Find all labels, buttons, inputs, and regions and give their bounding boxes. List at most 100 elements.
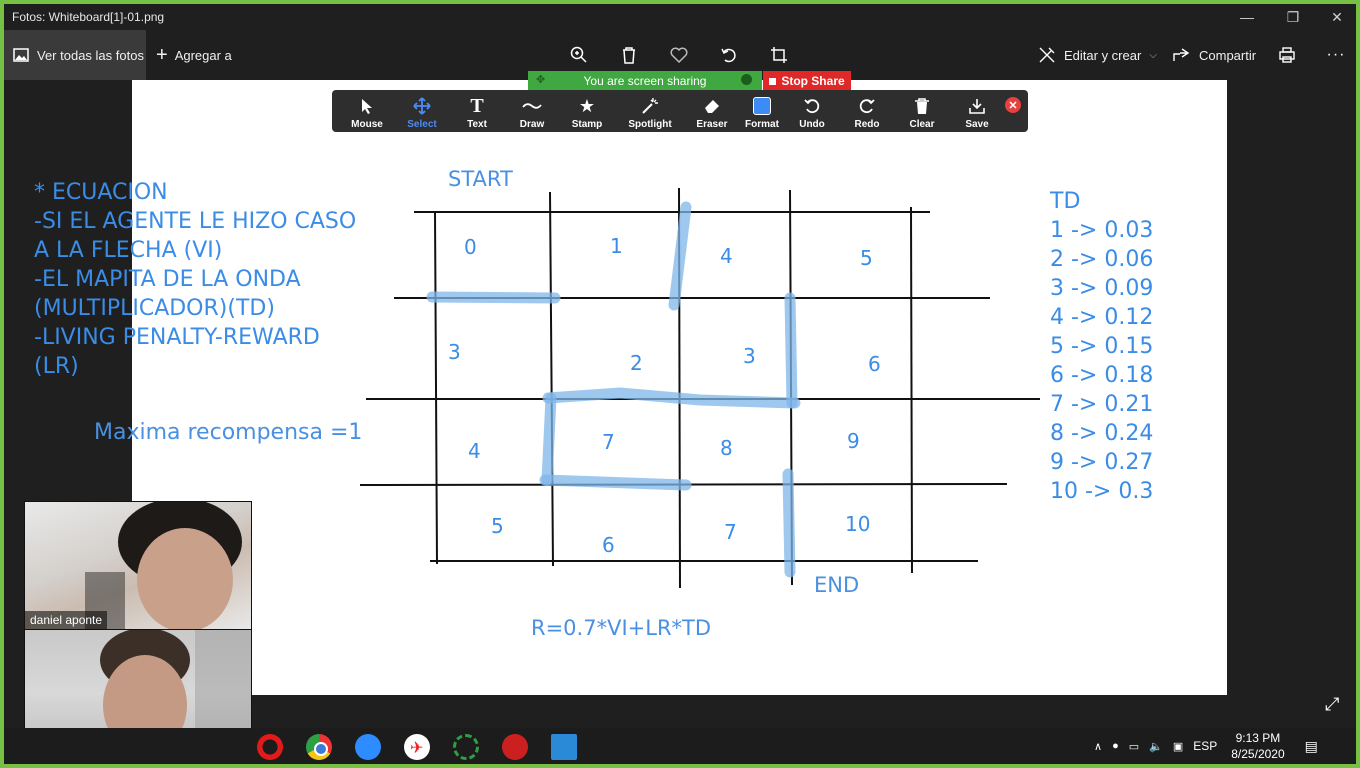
opera-icon[interactable] [257,734,283,760]
grid-cell-number: 5 [491,514,504,538]
td-item: 8 -> 0.24 [1050,421,1154,446]
app-network-icon[interactable] [502,734,528,760]
system-tray: ∧ ● ▭ 🔈 ▣ ESP 9:13 PM 8/25/2020 ▤ [1094,728,1318,764]
td-item: 1 -> 0.03 [1050,218,1154,243]
td-item: 3 -> 0.09 [1050,276,1154,301]
grid-cell-number: 8 [720,436,733,460]
grid-cell-number: 3 [448,340,461,364]
mouse-pointer-icon [360,95,374,117]
taskbar: ✈ ∧ ● ▭ 🔈 ▣ ESP 9:13 PM 8/25/2020 ▤ [4,728,1356,764]
squiggle-icon [522,95,542,117]
tool-stamp[interactable]: ★ Stamp [562,90,612,132]
drag-handle-icon: ✥ [536,74,546,86]
text-icon: T [470,94,484,117]
grid-cell-number: 7 [724,520,737,544]
zoom-app-icon[interactable] [355,734,381,760]
tool-select[interactable]: Select [397,90,447,132]
redo-icon [858,95,876,117]
grid-cell-number: 5 [860,246,873,270]
tool-label: Spotlight [628,119,672,130]
td-item: 4 -> 0.12 [1050,305,1154,330]
start-label: START [448,167,513,191]
grid-cell-number: 2 [630,351,643,375]
wand-icon [641,95,659,117]
tool-mouse[interactable]: Mouse [342,90,392,132]
tool-redo[interactable]: Redo [842,90,892,132]
clock-time: 9:13 PM [1235,731,1281,745]
tool-text[interactable]: T Text [452,90,502,132]
grid-cell-number: 0 [464,235,477,259]
clock-date: 8/25/2020 [1231,747,1285,761]
star-icon: ★ [578,95,596,116]
max-reward-text: Maxima recompensa =1 [94,420,363,445]
expand-icon[interactable]: ⤢ [1325,694,1339,715]
chrome-icon[interactable] [306,734,332,760]
note-line: (MULTIPLICADOR)(TD) [34,296,275,321]
tool-eraser[interactable]: Eraser [687,90,737,132]
tool-spotlight[interactable]: Spotlight [625,90,675,132]
tool-label: Stamp [571,119,603,130]
tool-label: Redo [854,119,880,130]
volume-icon[interactable]: 🔈 [1149,740,1163,753]
td-item: 7 -> 0.21 [1050,392,1154,417]
app-red-icon[interactable]: ✈ [404,734,430,760]
sharing-status-text: You are screen sharing [583,74,707,88]
grid-cell-number: 10 [845,512,871,536]
grid-cell-number: 4 [720,244,733,268]
td-item: 10 -> 0.3 [1050,479,1154,504]
td-item: 2 -> 0.06 [1050,247,1154,272]
tool-clear[interactable]: Clear [897,90,947,132]
note-line: -SI EL AGENTE LE HIZO CASO [34,209,357,234]
equation-notes: * ECUACION -SI EL AGENTE LE HIZO CASO A … [34,178,356,381]
download-icon [968,95,986,117]
grid-cell-number: 7 [602,430,615,454]
tool-label: Eraser [696,119,728,130]
trash-icon [914,95,930,117]
grid-cell-number: 3 [743,344,756,368]
note-line: -EL MAPITA DE LA ONDA [34,267,301,292]
note-line: (LR) [34,354,79,379]
annotation-toolbar: Mouse Select T Text Draw ★ Stamp Spotlig… [332,90,1028,132]
td-item: 5 -> 0.15 [1050,334,1154,359]
network-icon[interactable]: ▣ [1173,740,1183,753]
clock[interactable]: 9:13 PM 8/25/2020 [1231,730,1284,762]
tool-label: Save [965,119,989,130]
participant-video[interactable]: daniel aponte [24,501,252,630]
close-toolbar-button[interactable]: ✕ [1005,97,1021,113]
tool-label: Mouse [351,119,383,130]
language-indicator[interactable]: ESP [1193,739,1217,753]
tool-save[interactable]: Save [952,90,1002,132]
participant-silhouette [85,502,242,629]
grid-cell-number: 9 [847,429,860,453]
td-list: TD 1 -> 0.03 2 -> 0.06 3 -> 0.09 4 -> 0.… [1050,187,1153,506]
microphone-icon[interactable]: ● [1112,740,1119,752]
tool-label: Draw [519,119,545,130]
photos-app-icon[interactable] [551,734,577,760]
battery-icon[interactable]: ▭ [1129,740,1139,753]
tool-label: Undo [799,119,825,130]
note-line: -LIVING PENALTY-REWARD [34,325,320,350]
grid-cell-number: 4 [468,439,481,463]
screen-sharing-banner[interactable]: ✥ You are screen sharing [528,71,762,91]
undo-icon [803,95,821,117]
tool-label: Select [407,119,437,130]
note-line: A LA FLECHA (VI) [34,238,223,263]
grid-cell-number: 6 [602,533,615,557]
chevron-up-icon[interactable]: ∧ [1094,740,1102,753]
tool-undo[interactable]: Undo [787,90,837,132]
eraser-icon [703,95,721,117]
notifications-icon[interactable]: ▤ [1305,738,1318,755]
tool-label: Clear [909,119,935,130]
stop-share-button[interactable]: Stop Share [763,71,851,91]
stop-square-icon [769,77,777,85]
tool-draw[interactable]: Draw [507,90,557,132]
tool-format[interactable]: Format [737,90,787,132]
format-square-icon [753,95,771,117]
grid-cell-number: 1 [610,234,623,258]
formula-text: R=0.7*VI+LR*TD [531,616,712,640]
td-item: 9 -> 0.27 [1050,450,1154,475]
grid-cell-number: 6 [868,352,881,376]
td-title: TD [1050,189,1081,214]
end-label: END [814,573,860,597]
app-green-ring-icon[interactable] [453,734,479,760]
